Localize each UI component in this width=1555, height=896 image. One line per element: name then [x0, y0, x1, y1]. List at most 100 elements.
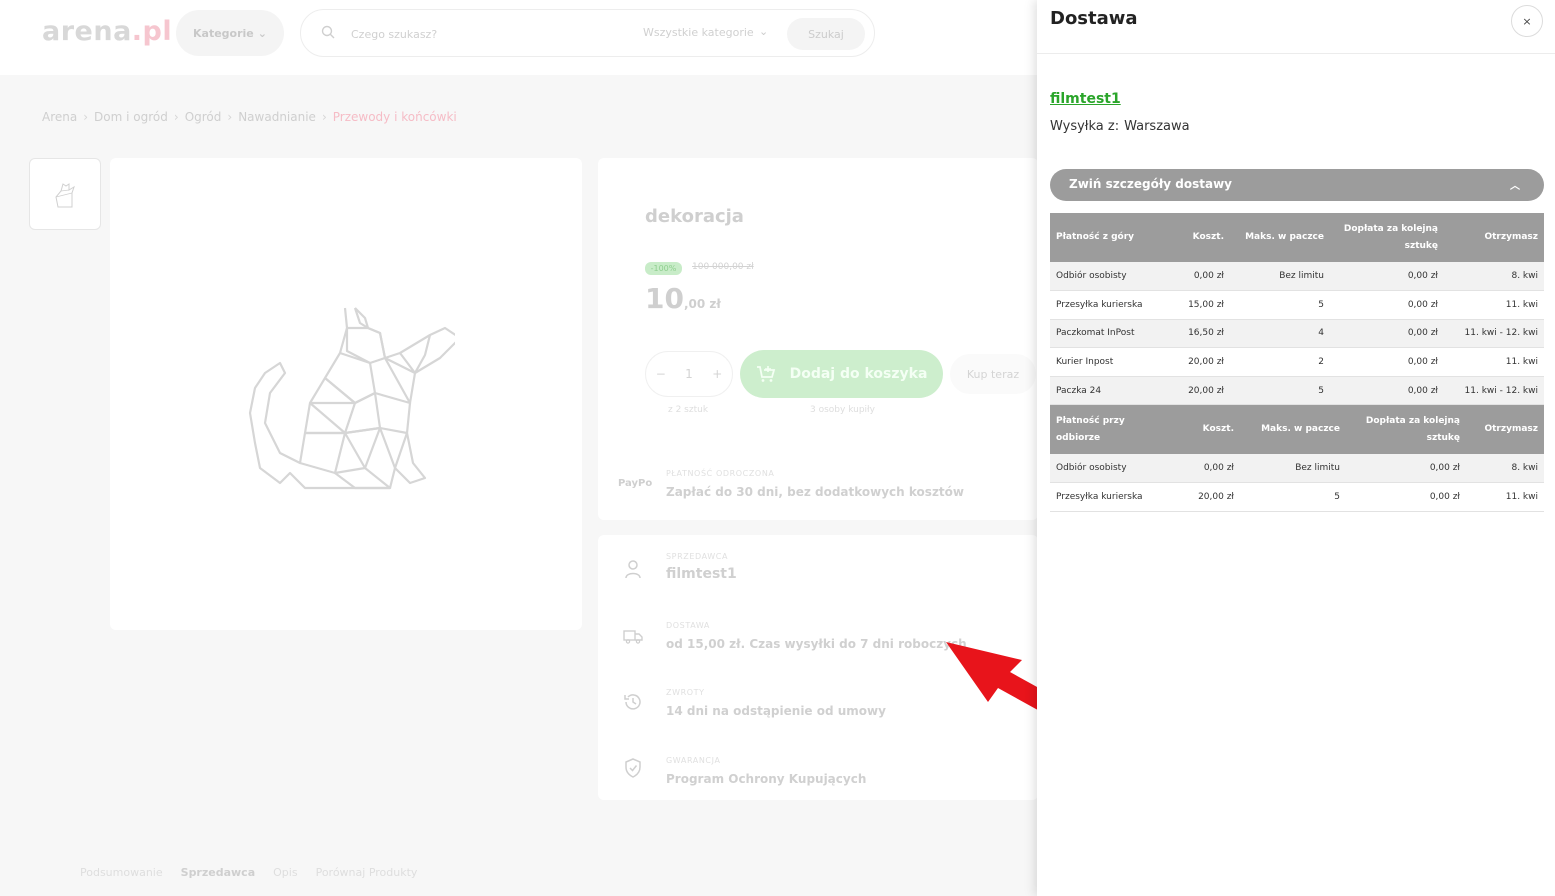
shipping-method: Odbiór osobisty [1050, 454, 1160, 484]
shield-check-icon [625, 758, 641, 778]
shipping-cost: 0,00 zł [1160, 454, 1240, 484]
qty-minus-button[interactable]: − [656, 367, 666, 381]
extra-item-fee: 0,00 zł [1346, 482, 1466, 512]
drawer-divider [1037, 53, 1555, 54]
geometric-cat-image [248, 307, 455, 490]
table-row: Paczkomat InPost 16,50 zł 4 0,00 zł 11. … [1050, 319, 1544, 349]
column-header: Dopłata za kolejną sztukę [1330, 213, 1444, 262]
extra-item-fee: 0,00 zł [1330, 376, 1444, 406]
table-row: Kurier Inpost 20,00 zł 2 0,00 zł 11. kwi [1050, 347, 1544, 377]
cat-thumbnail-icon [55, 183, 75, 208]
product-title: dekoracja [645, 206, 744, 227]
table-row: Przesyłka kurierska 15,00 zł 5 0,00 zł 1… [1050, 290, 1544, 320]
table-row: Paczka 24 20,00 zł 5 0,00 zł 11. kwi - 1… [1050, 376, 1544, 406]
shipping-method: Kurier Inpost [1050, 347, 1170, 377]
breadcrumb-item[interactable]: Dom i ogród [94, 110, 168, 124]
truck-icon [623, 630, 643, 644]
history-icon [624, 694, 641, 710]
search-input[interactable] [351, 24, 621, 44]
max-per-package: 5 [1240, 482, 1346, 512]
column-header: Maks. w paczce [1240, 405, 1346, 454]
tab-description[interactable]: Opis [273, 866, 297, 879]
product-summary: dekoracja -100% 100 000,00 zł 10,00 zł −… [598, 158, 1038, 520]
tab-compare[interactable]: Porównaj Produkty [316, 866, 418, 879]
max-per-package: Bez limitu [1240, 454, 1346, 484]
qty-value[interactable]: 1 [685, 367, 693, 381]
breadcrumb-item[interactable]: Nawadnianie [238, 110, 316, 124]
table-row: Odbiór osobisty 0,00 zł Bez limitu 0,00 … [1050, 262, 1544, 292]
shipping-method: Odbiór osobisty [1050, 262, 1170, 292]
buy-now-button[interactable]: Kup teraz [950, 354, 1036, 394]
shipping-cost: 16,50 zł [1170, 319, 1230, 349]
add-to-cart-label: Dodaj do koszyka [789, 366, 928, 382]
ships-from: Wysyłka z: Warszawa [1050, 119, 1190, 134]
breadcrumb-item[interactable]: Arena [42, 110, 77, 124]
max-per-package: Bez limitu [1230, 262, 1330, 292]
shipping-cost: 15,00 zł [1170, 290, 1230, 320]
shipping-method: Przesyłka kurierska [1050, 290, 1170, 320]
site-logo[interactable]: arena.pl [42, 16, 172, 47]
breadcrumb-separator: › [83, 110, 89, 124]
shipping-cost: 20,00 zł [1170, 376, 1230, 406]
delivery-label: DOSTAWA [666, 621, 710, 630]
table-row: Odbiór osobisty 0,00 zł Bez limitu 0,00 … [1050, 454, 1544, 484]
ships-from-label: Wysyłka z: [1050, 119, 1120, 134]
old-price: 100 000,00 zł [692, 262, 754, 272]
extra-item-fee: 0,00 zł [1330, 290, 1444, 320]
product-thumbnail[interactable] [29, 158, 101, 230]
table-row: Przesyłka kurierska 20,00 zł 5 0,00 zł 1… [1050, 482, 1544, 512]
breadcrumb-item-current[interactable]: Przewody i końcówki [333, 110, 457, 124]
paypo-label: PŁATNOŚĆ ODROCZONA [666, 469, 775, 478]
seller-name[interactable]: filmtest1 [666, 566, 737, 582]
returns-label: ZWROTY [666, 688, 705, 697]
search-category-select[interactable]: Wszystkie kategorie [643, 26, 754, 39]
column-header: Maks. w paczce [1230, 213, 1330, 262]
column-header: Płatność z góry [1050, 213, 1170, 262]
column-header: Płatność przy odbiorze [1050, 405, 1160, 454]
column-header: Otrzymasz [1466, 405, 1544, 454]
breadcrumb-item[interactable]: Ogród [185, 110, 222, 124]
buyers-note: 3 osoby kupiły [810, 405, 875, 415]
column-header: Koszt. [1170, 213, 1230, 262]
collapse-delivery-details-button[interactable]: Zwiń szczegóły dostawy ︿ [1050, 169, 1544, 201]
extra-item-fee: 0,00 zł [1330, 347, 1444, 377]
shipping-method: Paczkomat InPost [1050, 319, 1170, 349]
user-icon [625, 560, 641, 579]
ships-from-value: Warszawa [1124, 119, 1190, 134]
delivery-date: 8. kwi [1466, 454, 1544, 484]
quantity-stepper[interactable]: − 1 + [645, 351, 733, 397]
table-header-row: Płatność z góry Koszt. Maks. w paczce Do… [1050, 213, 1544, 262]
product-price: 10,00 zł [645, 282, 721, 315]
shipping-cost: 20,00 zł [1160, 482, 1240, 512]
stock-note: z 2 sztuk [668, 405, 709, 415]
delivery-date: 11. kwi - 12. kwi [1444, 376, 1544, 406]
extra-item-fee: 0,00 zł [1346, 454, 1466, 484]
cod-shipping-table: Płatność przy odbiorze Koszt. Maks. w pa… [1050, 405, 1544, 512]
product-main-image[interactable] [110, 158, 582, 630]
column-header: Dopłata za kolejną sztukę [1346, 405, 1466, 454]
prepaid-shipping-table: Płatność z góry Koszt. Maks. w paczce Do… [1050, 213, 1544, 406]
categories-button[interactable]: Kategorie ⌄ [176, 10, 284, 56]
delivery-date: 8. kwi [1444, 262, 1544, 292]
breadcrumb-separator: › [321, 110, 327, 124]
extra-item-fee: 0,00 zł [1330, 262, 1444, 292]
close-button[interactable]: × [1511, 5, 1543, 37]
chevron-down-icon: ⌄ [257, 26, 267, 40]
tab-summary[interactable]: Podsumowanie [80, 866, 163, 879]
delivery-date: 11. kwi [1466, 482, 1544, 512]
column-header: Koszt. [1160, 405, 1240, 454]
discount-badge: -100% [645, 262, 682, 275]
tab-seller[interactable]: Sprzedawca [181, 866, 256, 879]
qty-plus-button[interactable]: + [712, 367, 722, 381]
delivery-text: od 15,00 zł. Czas wysyłki do 7 dni roboc… [666, 637, 967, 651]
extra-item-fee: 0,00 zł [1330, 319, 1444, 349]
seller-link[interactable]: filmtest1 [1050, 91, 1121, 107]
delivery-date: 11. kwi [1444, 290, 1544, 320]
add-to-cart-button[interactable]: Dodaj do koszyka [740, 350, 943, 398]
search-button[interactable]: Szukaj [787, 18, 865, 50]
max-per-package: 2 [1230, 347, 1330, 377]
shipping-cost: 20,00 zł [1170, 347, 1230, 377]
cart-plus-icon [756, 366, 775, 382]
chevron-up-icon: ︿ [1510, 181, 1520, 192]
categories-label: Kategorie [193, 26, 254, 40]
